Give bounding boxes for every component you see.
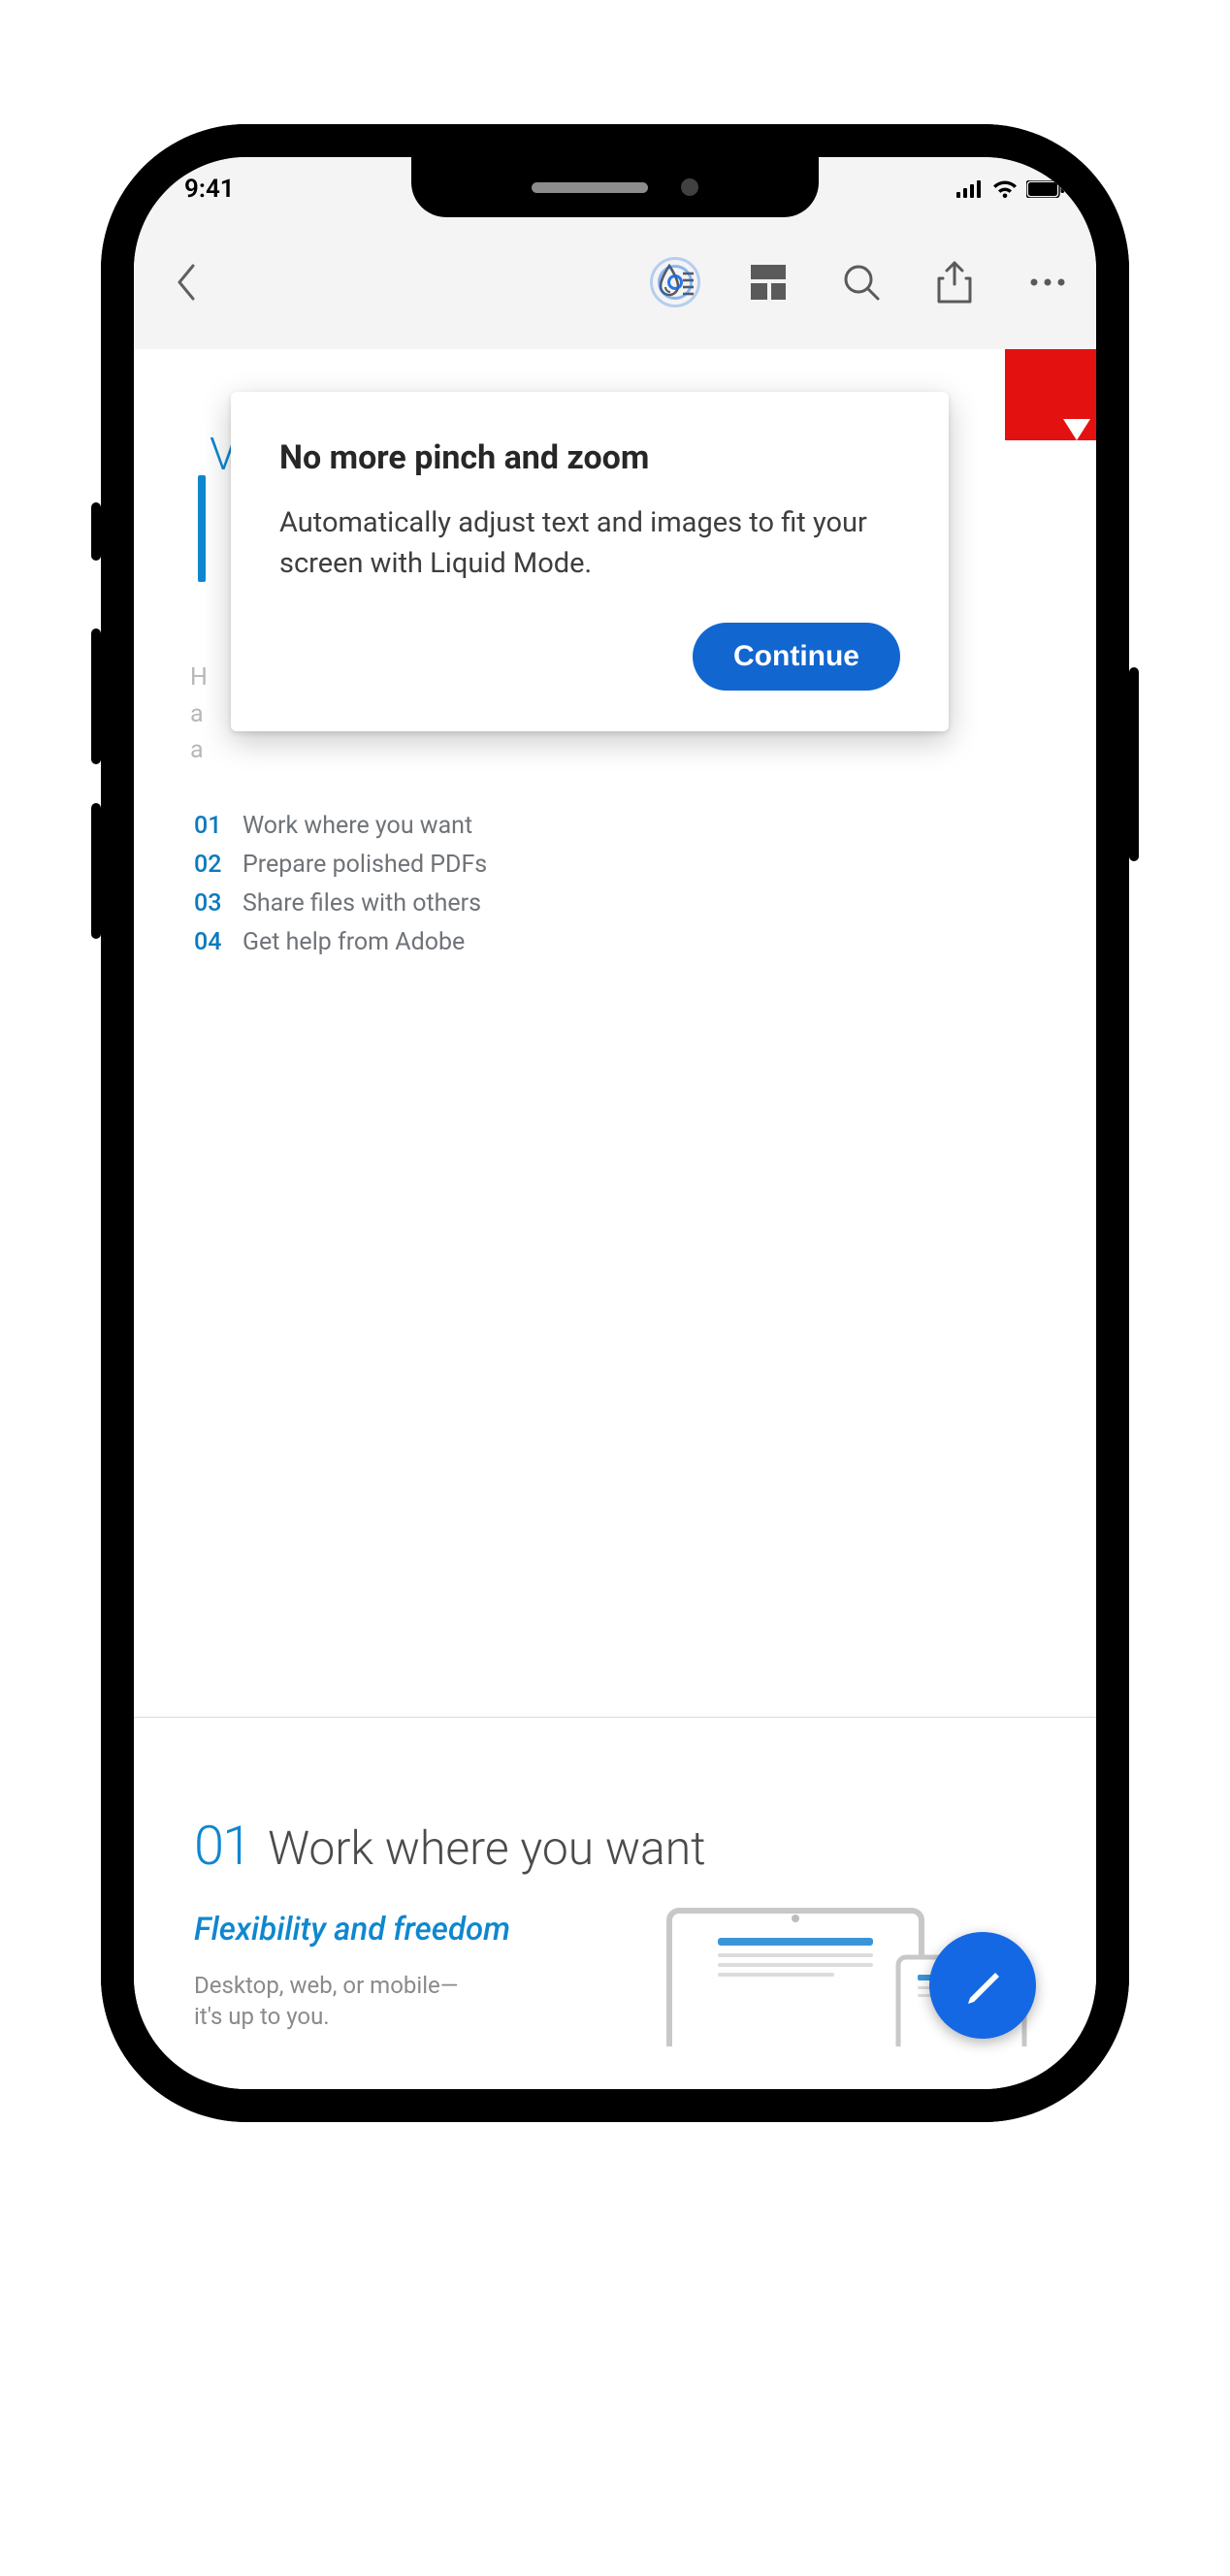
toc-label: Get help from Adobe: [243, 923, 465, 962]
toc-number: 04: [194, 923, 229, 962]
page-view-button[interactable]: [743, 257, 793, 307]
screen: 9:41: [134, 157, 1096, 2089]
hidden-text-fragment: a: [190, 732, 208, 769]
toc-item[interactable]: 02 Prepare polished PDFs: [194, 846, 1036, 885]
edit-fab[interactable]: [929, 1932, 1036, 2039]
side-button: [91, 803, 101, 939]
search-icon: [841, 262, 882, 303]
toc-label: Prepare polished PDFs: [243, 846, 487, 885]
more-button[interactable]: [1022, 257, 1073, 307]
section-number: 01: [194, 1814, 250, 1878]
page-divider: [134, 1717, 1096, 1718]
toc-number: 03: [194, 885, 229, 923]
page-view-icon: [749, 263, 788, 302]
chevron-left-icon: [176, 264, 197, 301]
toc-label: Share files with others: [243, 885, 481, 923]
hidden-text-fragment: a: [190, 696, 208, 733]
toc-number: 01: [194, 807, 229, 846]
back-button[interactable]: [157, 253, 215, 311]
side-button: [91, 502, 101, 561]
share-icon: [935, 261, 974, 304]
more-icon: [1028, 276, 1067, 288]
acrobat-badge: [1005, 349, 1096, 440]
front-camera: [681, 178, 698, 196]
speaker: [532, 182, 648, 193]
device-frame: 9:41: [101, 124, 1129, 2122]
continue-button[interactable]: Continue: [693, 623, 900, 691]
pencil-icon: [962, 1965, 1003, 2006]
popover-body: Automatically adjust text and images to …: [279, 502, 900, 584]
toolbar: [134, 215, 1096, 349]
liquid-mode-button[interactable]: [650, 257, 700, 307]
cellular-icon: [956, 180, 984, 198]
table-of-contents: 01 Work where you want 02 Prepare polish…: [194, 807, 1036, 962]
section-body: Desktop, web, or mobile—it's up to you.: [194, 1970, 485, 2033]
section-title: Work where you want: [268, 1820, 705, 1876]
share-button[interactable]: [929, 257, 980, 307]
popover-title: No more pinch and zoom: [279, 438, 900, 477]
side-button: [1129, 667, 1139, 861]
toc-item[interactable]: 01 Work where you want: [194, 807, 1036, 846]
toc-number: 02: [194, 846, 229, 885]
status-time: 9:41: [161, 169, 235, 204]
toc-label: Work where you want: [243, 807, 472, 846]
hidden-text-fragment: H: [190, 660, 208, 696]
notch: [411, 157, 819, 217]
search-button[interactable]: [836, 257, 887, 307]
side-button: [91, 628, 101, 764]
wifi-icon: [991, 179, 1019, 199]
battery-icon: [1026, 180, 1065, 198]
toc-item[interactable]: 03 Share files with others: [194, 885, 1036, 923]
liquid-mode-popover: No more pinch and zoom Automatically adj…: [231, 392, 949, 731]
toc-item[interactable]: 04 Get help from Adobe: [194, 923, 1036, 962]
